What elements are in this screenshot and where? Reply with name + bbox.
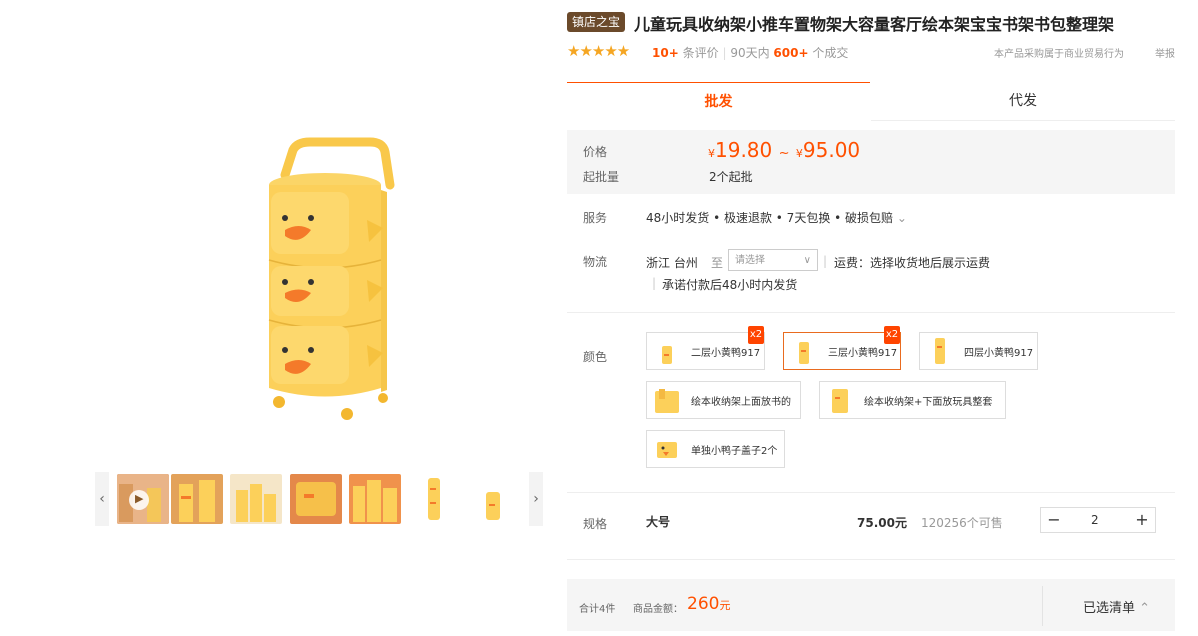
spec-label: 规格 [583, 517, 608, 531]
selected-list-button[interactable]: 已选清单 ⌃ [1083, 597, 1150, 616]
color-label: 颜色 [583, 350, 608, 364]
price-tilde: ~ [778, 146, 790, 161]
logistics-bar: | [652, 276, 657, 290]
variant-thumb [935, 338, 945, 364]
color-option-label: 单独小鸭子盖子2个 [691, 445, 778, 457]
logistics-to: 至 [711, 256, 724, 270]
thumbnail-4[interactable] [290, 474, 342, 524]
report-link[interactable]: 举报 [1155, 45, 1175, 60]
price-low: 19.80 [715, 138, 773, 162]
sold-count: 600+ [773, 46, 809, 60]
currency-symbol: ¥ [708, 147, 715, 160]
color-option-label: 绘本收纳架上面放书的 [691, 396, 791, 408]
chevron-down-icon: ∨ [803, 255, 811, 266]
destination-select[interactable]: 请选择 ∨ [728, 249, 818, 271]
product-title: 儿童玩具收纳架小推车置物架大容量客厅绘本架宝宝书架书包整理架 [634, 15, 1115, 34]
variant-thumb [799, 342, 809, 364]
sold-suffix: 个成交 [812, 46, 849, 60]
quantity-value[interactable]: 2 [1091, 513, 1099, 527]
color-option-label: 三层小黄鸭917 [828, 347, 898, 359]
amount-total: 260元 [687, 594, 730, 614]
chevron-up-icon: ⌃ [1139, 601, 1151, 616]
thumbnail-2[interactable] [171, 474, 223, 524]
review-count[interactable]: 10+ [652, 46, 679, 60]
price-range: ¥19.80 ~ ¥95.00 [708, 138, 860, 162]
color-option-label: 绘本收纳架+下面放玩具整套 [864, 396, 993, 408]
thumbnail-video[interactable]: ▶ [117, 474, 169, 524]
thumbnail-7[interactable] [467, 474, 519, 524]
minus-icon[interactable]: − [1041, 508, 1067, 532]
destination-placeholder: 请选择 [735, 255, 765, 266]
price-label: 价格 [583, 145, 608, 159]
chevron-down-icon: ⌄ [896, 211, 907, 225]
divider [567, 492, 1175, 493]
selected-list-label: 已选清单 [1083, 601, 1136, 616]
quantity-stepper: − 2 + [1040, 507, 1156, 533]
logistics-bar: | [823, 254, 828, 268]
tab-dropship[interactable]: 代发 [871, 82, 1175, 121]
store-badge: 镇店之宝 [567, 12, 626, 32]
divider [567, 559, 1175, 560]
variant-thumb [655, 389, 679, 413]
quantity-badge: x2 [748, 326, 764, 344]
sold-prefix: 90天内 [730, 46, 770, 60]
play-icon: ▶ [135, 492, 144, 505]
review-sales-info: 10+ 条评价 | 90天内 600+ 个成交 [652, 44, 848, 61]
meta-divider: | [722, 46, 727, 60]
variant-thumb [657, 442, 677, 458]
divider [567, 312, 1175, 313]
footer-divider [1042, 586, 1043, 626]
spec-name: 大号 [646, 515, 671, 529]
color-option[interactable]: 绘本收纳架+下面放玩具整套 [819, 381, 1006, 419]
currency-symbol: ¥ [795, 147, 803, 160]
logistics-label: 物流 [583, 255, 608, 269]
tab-wholesale[interactable]: 批发 [567, 82, 870, 121]
moq-label: 起批量 [583, 170, 620, 184]
amount-unit: 元 [719, 599, 731, 612]
thumbnail-3[interactable] [230, 474, 282, 524]
chevron-right-icon[interactable]: › [529, 472, 543, 526]
spec-stock: 120256个可售 [921, 516, 1003, 530]
price-high: 95.00 [802, 138, 861, 162]
plus-icon[interactable]: + [1129, 508, 1155, 532]
chevron-left-icon[interactable]: ‹ [95, 472, 109, 526]
logistics-origin: 浙江 台州 [646, 256, 698, 270]
moq-value: 2个起批 [709, 170, 753, 184]
color-option[interactable]: 四层小黄鸭917 [919, 332, 1038, 370]
variant-thumb [662, 346, 672, 364]
review-label: 条评价 [682, 46, 719, 60]
shipping-promise: 承诺付款后48小时内发货 [662, 278, 798, 292]
thumbnail-6[interactable] [408, 474, 460, 524]
spec-price: 75.00元 [857, 516, 907, 530]
service-text: 48小时发货 • 极速退款 • 7天包换 • 破损包赔 [646, 211, 894, 225]
color-option[interactable]: 绘本收纳架上面放书的 [646, 381, 801, 419]
color-option-label: 二层小黄鸭917 [691, 347, 761, 359]
thumbnail-5[interactable] [349, 474, 401, 524]
star-icon: ★★★★★ [567, 42, 630, 60]
variant-thumb [832, 389, 848, 413]
color-option[interactable]: 单独小鸭子盖子2个 [646, 430, 785, 468]
service-value[interactable]: 48小时发货 • 极速退款 • 7天包换 • 破损包赔 ⌄ [646, 209, 907, 226]
service-label: 服务 [583, 211, 608, 225]
main-product-image [268, 137, 395, 420]
quantity-badge: x2 [884, 326, 900, 344]
total-count: 合计4件 [579, 604, 616, 615]
thumbnail-strip: ‹ ▶ › [95, 472, 543, 526]
trade-note: 本产品采购属于商业贸易行为 [994, 49, 1124, 60]
amount-value: 260 [687, 594, 720, 614]
color-option-label: 四层小黄鸭917 [964, 347, 1034, 359]
price-panel [567, 130, 1175, 194]
freight-info: 运费：选择收货地后展示运费 [834, 256, 991, 270]
amount-label: 商品金额： [633, 604, 683, 615]
